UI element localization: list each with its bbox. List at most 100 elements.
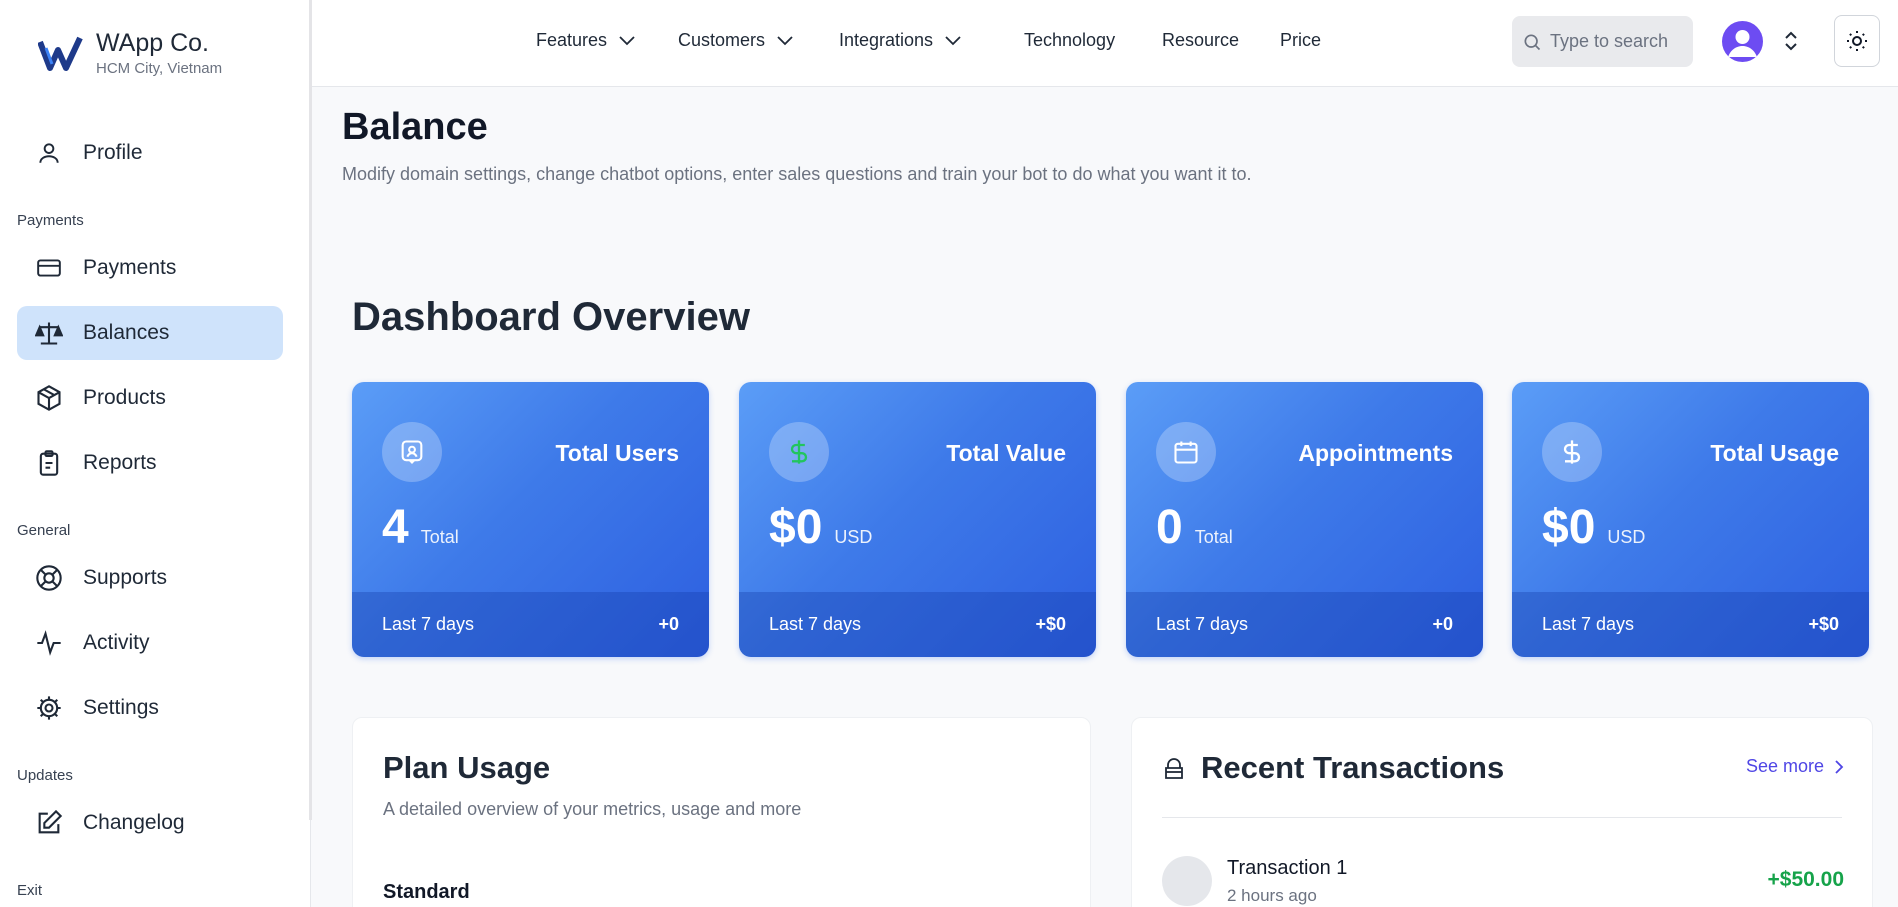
nav-resource[interactable]: Resource xyxy=(1162,30,1239,51)
sidebar-item-products[interactable]: Products xyxy=(17,371,283,425)
chevron-up-down-icon[interactable] xyxy=(1784,30,1798,52)
sidebar: WApp Co. HCM City, Vietnam Profile Payme… xyxy=(0,0,311,907)
card-value: 4 xyxy=(382,501,409,554)
plan-usage-subtitle: A detailed overview of your metrics, usa… xyxy=(383,799,802,819)
nav-label: Customers xyxy=(678,30,766,50)
nav-label: Resource xyxy=(1162,30,1240,50)
sidebar-scrollbar[interactable] xyxy=(309,0,312,820)
chevron-down-icon xyxy=(777,35,793,45)
card-footer: Last 7 days +0 xyxy=(352,592,709,657)
card-value: $0 xyxy=(1542,501,1596,554)
see-more-label: See more xyxy=(1745,756,1824,776)
recent-transactions-title: Recent Transactions xyxy=(1201,750,1505,785)
section-label-updates: Updates xyxy=(17,767,73,784)
card-delta: +0 xyxy=(658,614,679,634)
user-icon xyxy=(35,139,63,167)
sidebar-item-label: Supports xyxy=(83,566,168,589)
nav-label: Features xyxy=(536,30,608,50)
card-value: 0 xyxy=(1156,501,1183,554)
w-logo-icon xyxy=(38,36,83,71)
plan-usage-panel: Plan Usage A detailed overview of your m… xyxy=(352,717,1091,907)
nav-features[interactable]: Features xyxy=(536,30,635,51)
sun-icon xyxy=(1847,31,1867,51)
card-period: Last 7 days xyxy=(1156,614,1249,634)
lifebuoy-icon xyxy=(35,564,63,592)
gear-icon xyxy=(35,694,63,722)
brand-name: WApp Co. xyxy=(96,29,210,57)
sidebar-item-label: Payments xyxy=(83,256,177,279)
card-delta: +0 xyxy=(1432,614,1453,634)
avatar[interactable] xyxy=(1722,21,1763,62)
card-unit: Total xyxy=(420,527,459,547)
nav-integrations[interactable]: Integrations xyxy=(839,30,961,51)
card-delta: +$0 xyxy=(1035,614,1066,634)
see-more-link[interactable]: See more xyxy=(1746,756,1844,777)
sidebar-item-label: Changelog xyxy=(83,811,185,834)
page-title: Balance xyxy=(342,106,488,148)
card-unit: USD xyxy=(1607,527,1646,547)
search-box[interactable] xyxy=(1512,16,1693,67)
sidebar-item-profile[interactable]: Profile xyxy=(17,126,283,180)
sidebar-item-label: Products xyxy=(83,386,166,409)
card-title: Total Usage xyxy=(1710,440,1839,466)
clipboard-icon xyxy=(35,449,63,477)
nav-technology[interactable]: Technology xyxy=(1024,30,1115,51)
chevron-right-icon xyxy=(1835,759,1844,774)
sidebar-item-payments[interactable]: Payments xyxy=(17,241,283,295)
card-period: Last 7 days xyxy=(1542,614,1635,634)
nav-label: Price xyxy=(1280,30,1322,50)
chevron-down-icon xyxy=(619,35,635,45)
nav-customers[interactable]: Customers xyxy=(678,30,793,51)
plan-usage-title: Plan Usage xyxy=(383,750,551,785)
user-badge-icon xyxy=(382,422,442,482)
card-value: $0 xyxy=(769,501,823,554)
transaction-time: 2 hours ago xyxy=(1227,886,1317,905)
credit-card-icon xyxy=(35,254,63,282)
sidebar-item-settings[interactable]: Settings xyxy=(17,681,283,735)
dollar-icon xyxy=(1542,422,1602,482)
transaction-amount: +$50.00 xyxy=(1767,868,1845,891)
sidebar-item-reports[interactable]: Reports xyxy=(17,436,283,490)
nav-label: Technology xyxy=(1024,30,1116,50)
box-icon xyxy=(35,384,63,412)
stat-card-total-users[interactable]: Total Users 4 Total Last 7 days +0 xyxy=(352,382,709,657)
brand[interactable]: WApp Co. HCM City, Vietnam xyxy=(38,28,222,77)
page-subtitle: Modify domain settings, change chatbot o… xyxy=(342,164,1252,184)
sidebar-item-label: Settings xyxy=(83,696,159,719)
sidebar-item-changelog[interactable]: Changelog xyxy=(17,796,283,850)
activity-icon xyxy=(35,629,63,657)
chevron-down-icon xyxy=(945,35,961,45)
stat-card-appointments[interactable]: Appointments 0 Total Last 7 days +0 xyxy=(1126,382,1483,657)
nav-price[interactable]: Price xyxy=(1280,30,1321,51)
edit-icon xyxy=(35,809,63,837)
calendar-icon xyxy=(1156,422,1216,482)
divider xyxy=(1162,817,1842,818)
sidebar-item-label: Balances xyxy=(83,321,170,344)
stat-card-total-usage[interactable]: Total Usage $0 USD Last 7 days +$0 xyxy=(1512,382,1869,657)
card-title: Appointments xyxy=(1298,440,1453,466)
nav-label: Integrations xyxy=(839,30,934,50)
recent-transactions-panel: Recent Transactions See more Transaction… xyxy=(1131,717,1873,907)
search-icon xyxy=(1524,34,1541,50)
card-footer: Last 7 days +0 xyxy=(1126,592,1483,657)
dashboard-title: Dashboard Overview xyxy=(352,295,750,339)
brand-location: HCM City, Vietnam xyxy=(96,60,223,77)
card-title: Total Value xyxy=(946,440,1066,466)
transaction-name[interactable]: Transaction 1 xyxy=(1227,857,1347,880)
search-input[interactable] xyxy=(1550,31,1680,52)
card-footer: Last 7 days +$0 xyxy=(1512,592,1869,657)
scale-icon xyxy=(35,319,63,347)
card-title: Total Users xyxy=(555,440,679,466)
sidebar-item-balances[interactable]: Balances xyxy=(17,306,283,360)
sidebar-item-supports[interactable]: Supports xyxy=(17,551,283,605)
sidebar-item-label: Activity xyxy=(83,631,150,654)
stat-card-total-value[interactable]: Total Value $0 USD Last 7 days +$0 xyxy=(739,382,1096,657)
plan-name: Standard xyxy=(383,881,470,903)
theme-toggle-button[interactable] xyxy=(1834,15,1880,67)
card-unit: Total xyxy=(1194,527,1233,547)
section-label-exit: Exit xyxy=(17,882,43,899)
card-unit: USD xyxy=(834,527,873,547)
sidebar-item-activity[interactable]: Activity xyxy=(17,616,283,670)
section-label-payments: Payments xyxy=(17,212,84,229)
card-period: Last 7 days xyxy=(382,614,475,634)
